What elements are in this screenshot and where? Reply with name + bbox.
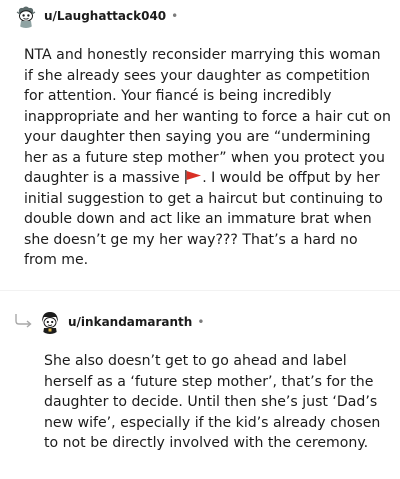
comment-text: NTA and honestly reconsider marrying thi… xyxy=(24,47,391,186)
snoo-avatar-icon[interactable] xyxy=(14,4,38,28)
comment-header: u/Laughattack040 • xyxy=(14,4,178,28)
comment-body: NTA and honestly reconsider marrying thi… xyxy=(24,45,392,271)
snoo-avatar-icon[interactable] xyxy=(38,310,62,334)
separator-dot: • xyxy=(171,9,179,23)
divider xyxy=(0,290,400,291)
username-link[interactable]: u/inkandamaranth xyxy=(68,315,192,329)
reply-arrow-icon xyxy=(14,312,34,328)
reply-header: u/inkandamaranth • xyxy=(38,310,204,334)
separator-dot: • xyxy=(197,315,205,329)
reply-body: She also doesn’t get to go ahead and lab… xyxy=(44,353,381,451)
red-flag-icon xyxy=(184,170,202,184)
username-link[interactable]: u/Laughattack040 xyxy=(44,9,166,23)
